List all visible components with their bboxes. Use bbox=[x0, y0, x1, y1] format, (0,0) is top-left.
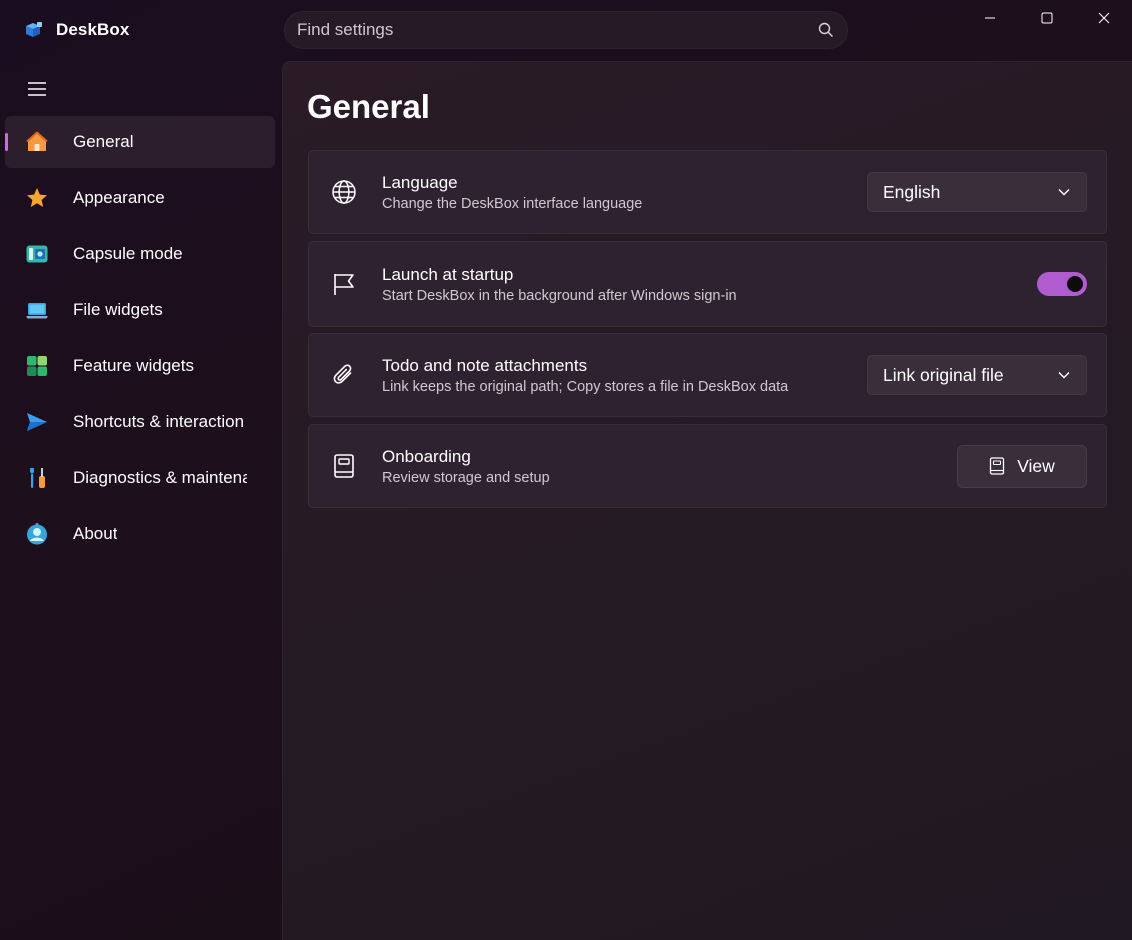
app-window: DeskBox General bbox=[0, 0, 1132, 940]
book-icon bbox=[990, 457, 1005, 475]
app-title: DeskBox bbox=[56, 20, 130, 39]
setting-description: Change the DeskBox interface language bbox=[382, 195, 643, 212]
sidebar-item-file-widgets[interactable]: File widgets bbox=[5, 284, 275, 336]
deskbox-logo-icon bbox=[24, 20, 44, 40]
dropdown-value: English bbox=[883, 181, 941, 202]
setting-card-onboarding: Onboarding Review storage and setup View bbox=[308, 424, 1107, 508]
laptop-icon bbox=[25, 298, 49, 322]
sidebar-item-capsule-mode[interactable]: Capsule mode bbox=[5, 228, 275, 280]
sidebar-item-label: General bbox=[73, 132, 134, 151]
close-button[interactable] bbox=[1075, 0, 1132, 36]
search-input[interactable] bbox=[297, 20, 817, 40]
sidebar-nav: General Appearance Capsule mode File wid… bbox=[5, 116, 275, 564]
close-icon bbox=[1098, 12, 1109, 24]
chevron-down-icon bbox=[1058, 372, 1070, 379]
sidebar-item-label: About bbox=[73, 524, 118, 543]
maximize-button[interactable] bbox=[1018, 0, 1075, 36]
bot-icon bbox=[25, 522, 49, 546]
setting-text: Todo and note attachments Link keeps the… bbox=[382, 356, 788, 395]
sidebar-item-label: Shortcuts & interaction bbox=[73, 412, 245, 431]
sidebar-item-general[interactable]: General bbox=[5, 116, 275, 168]
setting-text: Language Change the DeskBox interface la… bbox=[382, 173, 642, 212]
book-icon bbox=[331, 453, 357, 479]
view-onboarding-button[interactable]: View bbox=[957, 444, 1087, 488]
setting-card-attachments: Todo and note attachments Link keeps the… bbox=[308, 333, 1107, 417]
setting-description: Start DeskBox in the background after Wi… bbox=[382, 287, 737, 304]
attachments-dropdown[interactable]: Link original file bbox=[867, 355, 1087, 395]
button-label: View bbox=[1017, 455, 1055, 476]
window-controls bbox=[961, 0, 1132, 36]
setting-text: Launch at startup Start DeskBox in the b… bbox=[382, 265, 737, 304]
setting-text: Onboarding Review storage and setup bbox=[382, 447, 550, 486]
chevron-down-icon bbox=[1058, 189, 1070, 196]
sidebar-item-about[interactable]: About bbox=[5, 508, 275, 560]
sidebar-item-label: Feature widgets bbox=[73, 356, 194, 375]
setting-title: Launch at startup bbox=[382, 264, 514, 284]
tools-icon bbox=[25, 466, 49, 490]
maximize-icon bbox=[1041, 12, 1052, 24]
sidebar-item-feature-widgets[interactable]: Feature widgets bbox=[5, 340, 275, 392]
sidebar-item-diagnostics-maintenance[interactable]: Diagnostics & maintenance bbox=[5, 452, 275, 504]
setting-title: Onboarding bbox=[382, 446, 471, 466]
dropdown-value: Link original file bbox=[883, 364, 1004, 385]
setting-title: Todo and note attachments bbox=[382, 355, 588, 375]
language-dropdown[interactable]: English bbox=[867, 172, 1087, 212]
sidebar-item-label: Appearance bbox=[73, 188, 165, 207]
star-icon bbox=[25, 186, 49, 210]
minimize-icon bbox=[984, 17, 995, 19]
setting-title: Language bbox=[382, 172, 458, 192]
setting-description: Link keeps the original path; Copy store… bbox=[382, 378, 789, 395]
toggle-knob bbox=[1067, 276, 1083, 292]
search-icon[interactable] bbox=[817, 21, 835, 39]
send-icon bbox=[25, 410, 49, 434]
setting-card-language: Language Change the DeskBox interface la… bbox=[308, 150, 1107, 234]
minimize-button[interactable] bbox=[961, 0, 1018, 36]
home-icon bbox=[25, 130, 49, 154]
globe-icon bbox=[331, 179, 357, 205]
paperclip-icon bbox=[331, 362, 357, 388]
page-title: General bbox=[307, 88, 430, 125]
hamburger-icon bbox=[28, 82, 46, 96]
setting-card-launch-at-startup: Launch at startup Start DeskBox in the b… bbox=[308, 241, 1107, 327]
hamburger-menu-button[interactable] bbox=[24, 76, 50, 102]
flag-icon bbox=[331, 271, 357, 297]
sidebar-item-label: Diagnostics & maintenance bbox=[73, 468, 247, 487]
search-box[interactable] bbox=[284, 11, 848, 49]
sidebar-item-label: Capsule mode bbox=[73, 244, 183, 263]
capsule-icon bbox=[25, 242, 49, 266]
setting-description: Review storage and setup bbox=[382, 469, 550, 486]
launch-at-startup-toggle[interactable] bbox=[1037, 272, 1087, 296]
sidebar-item-shortcuts-interaction[interactable]: Shortcuts & interaction bbox=[5, 396, 275, 448]
widgets-icon bbox=[25, 354, 49, 378]
content-pane: General Language Change the DeskBox inte… bbox=[282, 61, 1132, 940]
sidebar-item-appearance[interactable]: Appearance bbox=[5, 172, 275, 224]
sidebar-item-label: File widgets bbox=[73, 300, 163, 319]
app-brand: DeskBox bbox=[24, 20, 129, 40]
